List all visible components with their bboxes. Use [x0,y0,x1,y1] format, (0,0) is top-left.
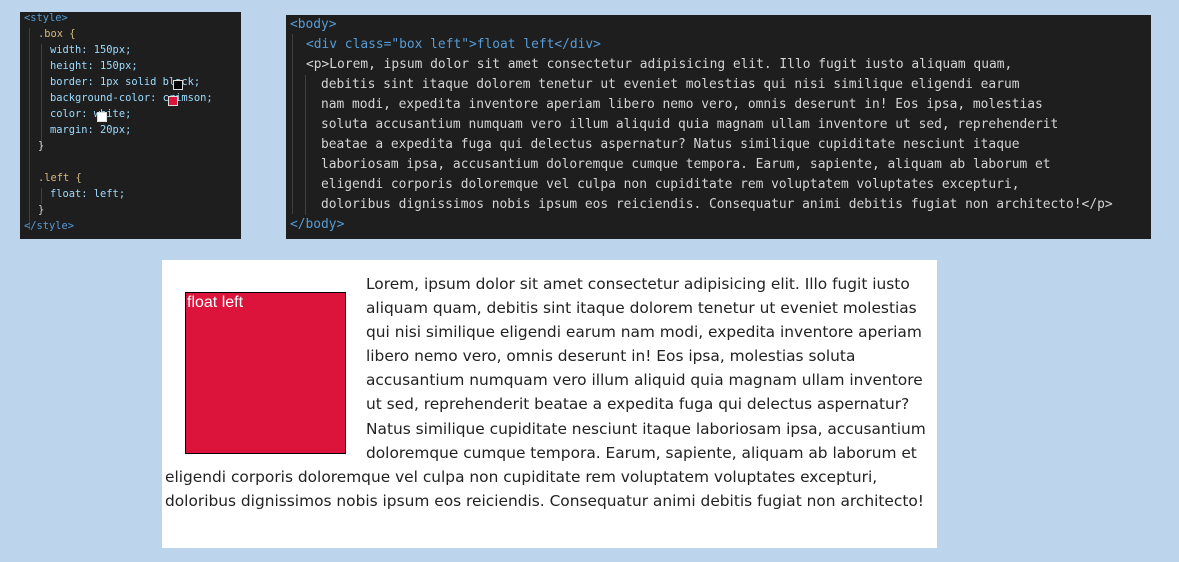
css-declaration: width: 150px; [50,44,132,56]
code-line: </body> [290,217,344,232]
indent-guide [41,44,42,150]
code-line: height: 150px; [50,60,138,72]
paragraph-code-line: soluta accusantium numquam vero illum al… [321,117,1059,132]
paragraph-code-line: beatae a expedita fuga qui delectus aspe… [321,137,1020,152]
code-line: background-color: crimson; [50,92,213,106]
paragraph-code-line: laboriosam ipsa, accusantium doloremque … [321,157,1051,172]
color-swatch-black [173,80,183,90]
css-code-panel: <style> .box { width: 150px; height: 150… [20,12,241,239]
body-close-tag: </body> [290,217,345,232]
code-line: border: 1px solid black; [50,76,200,90]
rendered-paragraph: float left Lorem, ipsum dolor sit amet co… [165,272,934,513]
code-line: nam modi, expedita inventore aperiam lib… [321,97,1043,112]
code-line: laboriosam ipsa, accusantium doloremque … [321,157,1051,172]
code-line: width: 150px; [50,44,131,56]
left-selector: .left { [38,172,82,184]
paragraph-code-line: <p>Lorem, ipsum dolor sit amet consectet… [306,57,1013,72]
style-close-tag: </style> [24,220,75,232]
code-line: <body> [290,17,337,32]
rendered-result-panel: float left Lorem, ipsum dolor sit amet co… [162,260,937,548]
paragraph-code-line: eligendi corporis doloremque vel culpa n… [321,177,1020,192]
box-selector: .box { [38,28,76,40]
code-line: } [38,204,44,216]
color-swatch-crimson [168,96,178,106]
code-line: float: left; [50,188,125,200]
code-line: color: white; [50,108,132,122]
code-line: margin: 20px; [50,124,131,136]
code-line: </style> [24,220,74,232]
css-declaration: color: white; [50,108,132,120]
code-line: .box { [38,28,76,40]
div-line: <div class="box left">float left</div> [306,37,601,52]
code-line: debitis sint itaque dolorem tenetur ut e… [321,77,1019,92]
code-line: beatae a expedita fuga qui delectus aspe… [321,137,1019,152]
code-line: doloribus dignissimos nobis ipsum eos re… [321,197,1113,212]
code-line: } [38,140,44,152]
body-open-tag: <body> [290,17,337,32]
code-line: <p>Lorem, ipsum dolor sit amet consectet… [306,57,1012,72]
paragraph-code-line: nam modi, expedita inventore aperiam lib… [321,97,1043,112]
closing-brace: } [38,204,45,216]
code-line: soluta accusantium numquam vero illum al… [321,117,1058,132]
indent-guide [41,188,42,204]
code-line: eligendi corporis doloremque vel culpa n… [321,177,1019,192]
css-declaration: margin: 20px; [50,124,132,136]
paragraph-code-line: doloribus dignissimos nobis ipsum eos re… [321,197,1113,212]
indent-guide [305,75,306,215]
code-line: <div class="box left">float left</div> [306,37,601,52]
float-left-box: float left [185,292,346,454]
indent-guide [292,34,293,214]
paragraph-code-line: debitis sint itaque dolorem tenetur ut e… [321,77,1020,92]
css-declaration: height: 150px; [50,60,138,72]
html-code-panel: <body> <div class="box left">float left<… [286,15,1151,239]
code-line: <style> [24,12,68,24]
style-open-tag: <style> [24,12,68,24]
indent-guide [29,28,30,230]
css-declaration: float: left; [50,188,126,200]
color-swatch-white [97,112,107,122]
closing-brace: } [38,140,45,152]
code-line: .left { [38,172,82,184]
css-declaration: background-color: crimson; [50,92,213,104]
